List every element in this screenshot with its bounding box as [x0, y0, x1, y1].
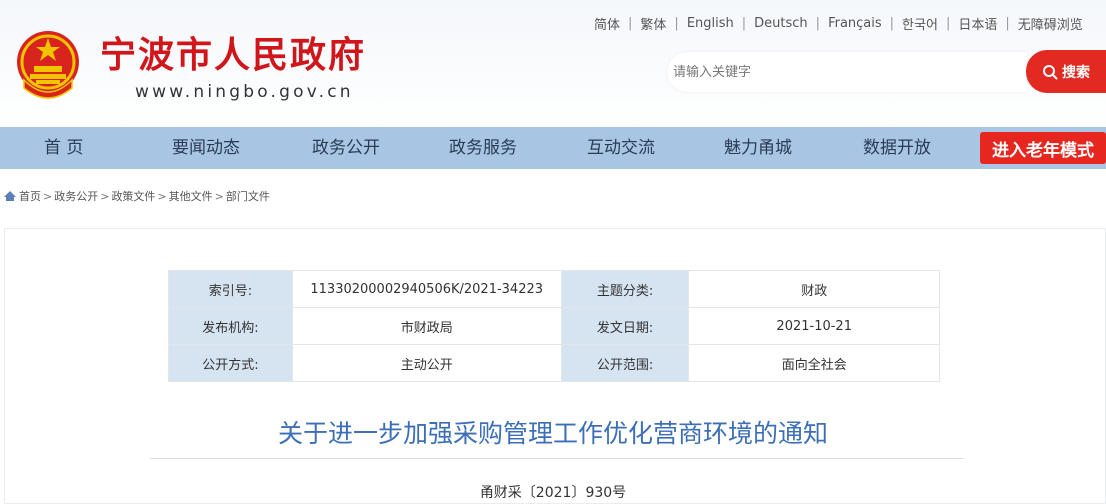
site-url[interactable]: www.ningbo.gov.cn [135, 82, 354, 102]
meta-value-scope: 面向全社会 [688, 344, 940, 382]
breadcrumb-separator: > [214, 189, 224, 203]
nav-gov-affairs-public[interactable]: 政务公开 [312, 127, 380, 169]
table-row: 发布机构: 市财政局 发文日期: 2021-10-21 [168, 307, 940, 345]
document-meta-table: 索引号: 11330200002940506K/2021-34223 主题分类:… [168, 270, 940, 382]
document-number: 甬财采〔2021〕930号 [479, 485, 627, 501]
lang-french[interactable]: Français [820, 16, 890, 31]
breadcrumb: 首页 > 政务公开 > 政策文件 > 其他文件 > 部门文件 [4, 188, 270, 204]
senior-mode-button[interactable]: 进入老年模式 [980, 132, 1106, 164]
site-title[interactable]: 宁波市人民政府 [100, 26, 366, 78]
home-icon [4, 191, 16, 201]
meta-label-publisher: 发布机构: [168, 307, 293, 345]
search-button[interactable]: 搜索 [1026, 50, 1106, 93]
main-nav: 首 页 要闻动态 政务公开 政务服务 互动交流 魅力甬城 数据开放 [0, 127, 1106, 169]
lang-accessibility[interactable]: 无障碍浏览 [1010, 14, 1091, 33]
lang-english[interactable]: English [679, 16, 742, 31]
meta-value-index: 11330200002940506K/2021-34223 [291, 270, 562, 308]
document-title: 关于进一步加强采购管理工作优化营商环境的通知 [277, 419, 828, 448]
meta-value-publisher: 市财政局 [291, 307, 562, 345]
breadcrumb-gov-affairs[interactable]: 政务公开 [54, 188, 98, 204]
meta-value-date: 2021-10-21 [688, 307, 940, 345]
nav-home[interactable]: 首 页 [44, 127, 83, 169]
breadcrumb-separator: > [157, 189, 167, 203]
meta-label-index: 索引号: [168, 270, 293, 308]
site-header: 宁波市人民政府 www.ningbo.gov.cn 简体 | 繁体 | Engl… [0, 0, 1106, 127]
nav-gov-services[interactable]: 政务服务 [449, 127, 517, 169]
meta-label-disclosure: 公开方式: [168, 344, 293, 382]
breadcrumb-policy-docs[interactable]: 政策文件 [111, 188, 155, 204]
nav-interaction[interactable]: 互动交流 [587, 127, 655, 169]
breadcrumb-separator: > [43, 189, 53, 203]
search-box [667, 52, 1027, 92]
breadcrumb-home[interactable]: 首页 [19, 188, 41, 204]
lang-simplified[interactable]: 简体 [586, 14, 628, 33]
nav-city-charm[interactable]: 魅力甬城 [724, 127, 792, 169]
national-emblem-icon [17, 31, 79, 99]
table-row: 索引号: 11330200002940506K/2021-34223 主题分类:… [168, 270, 940, 308]
lang-german[interactable]: Deutsch [746, 16, 816, 31]
meta-label-category: 主题分类: [560, 270, 690, 308]
title-divider [150, 458, 964, 459]
search-icon [1043, 64, 1058, 79]
nav-news[interactable]: 要闻动态 [172, 127, 240, 169]
meta-value-disclosure: 主动公开 [291, 344, 562, 382]
breadcrumb-dept-docs[interactable]: 部门文件 [226, 188, 270, 204]
breadcrumb-separator: > [100, 189, 110, 203]
meta-label-scope: 公开范围: [560, 344, 690, 382]
meta-label-date: 发文日期: [560, 307, 690, 345]
language-bar: 简体 | 繁体 | English | Deutsch | Français |… [586, 14, 1091, 33]
search-input[interactable] [673, 58, 1013, 86]
meta-value-category: 财政 [688, 270, 940, 308]
nav-open-data[interactable]: 数据开放 [863, 127, 931, 169]
table-row: 公开方式: 主动公开 公开范围: 面向全社会 [168, 344, 940, 382]
search-button-label: 搜索 [1062, 64, 1090, 81]
breadcrumb-other-docs[interactable]: 其他文件 [169, 188, 213, 204]
lang-korean[interactable]: 한국어 [894, 14, 946, 33]
lang-traditional[interactable]: 繁体 [632, 14, 674, 33]
lang-japanese[interactable]: 日本语 [950, 14, 1005, 33]
